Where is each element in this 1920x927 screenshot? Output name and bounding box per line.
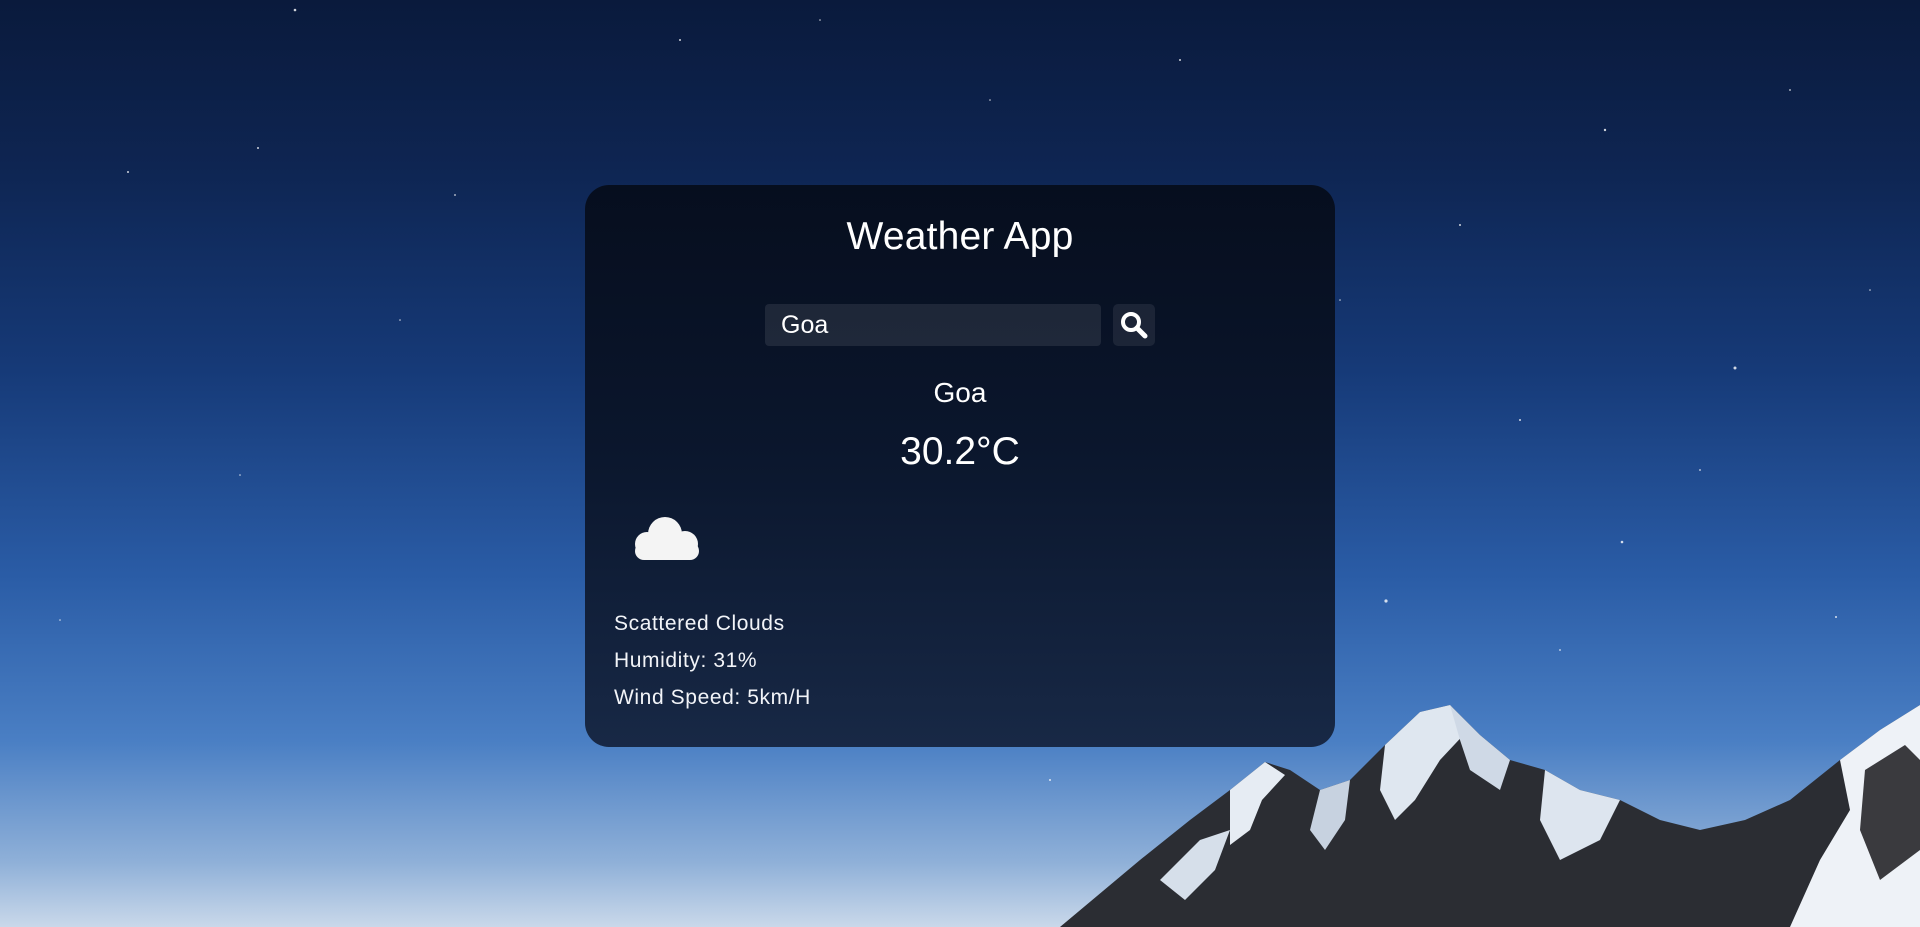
wind-speed-readout: Wind Speed: 5km/H bbox=[614, 686, 811, 709]
cloud-icon bbox=[635, 517, 699, 560]
app-title: Weather App bbox=[846, 215, 1074, 258]
weather-description: Scattered Clouds bbox=[614, 612, 785, 635]
temperature: 30.2°C bbox=[900, 430, 1020, 473]
search-button[interactable] bbox=[1113, 304, 1155, 346]
humidity-readout: Humidity: 31% bbox=[614, 649, 758, 672]
weather-card: Weather App Goa 30.2°C Scattered Clouds … bbox=[585, 185, 1335, 747]
weather-details: Scattered Clouds Humidity: 31% Wind Spee… bbox=[614, 605, 811, 716]
city-search-input[interactable] bbox=[765, 304, 1101, 346]
city-name: Goa bbox=[933, 377, 987, 408]
search-icon bbox=[1121, 312, 1148, 339]
search-bar bbox=[765, 302, 1165, 346]
